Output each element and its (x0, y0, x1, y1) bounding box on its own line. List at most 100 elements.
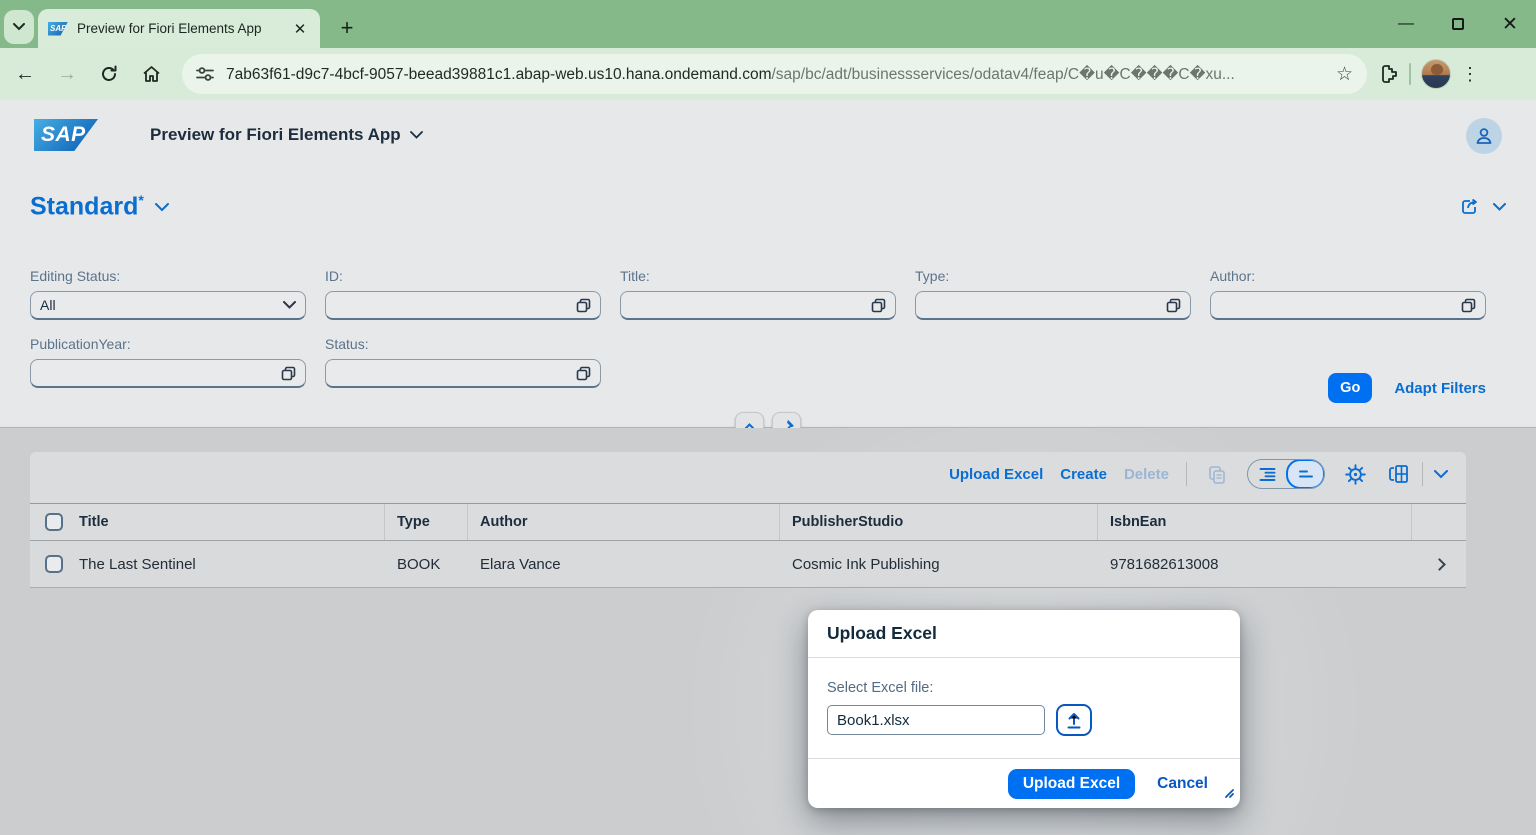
table-toolbar: Upload Excel Create Delete (30, 452, 1466, 496)
fiori-app: SAP Preview for Fiori Elements App Stand… (0, 100, 1536, 835)
filter-actions: Go Adapt Filters (1328, 373, 1486, 403)
dialog-cancel-button[interactable]: Cancel (1157, 775, 1208, 793)
url-bar[interactable]: 7ab63f61-d9c7-4bcf-9057-beead39881c1.aba… (182, 54, 1367, 94)
share-menu-chevron-icon[interactable] (1493, 203, 1506, 211)
extensions-icon[interactable] (1379, 64, 1399, 84)
variant-title[interactable]: Standard* (30, 192, 144, 221)
new-tab-button[interactable]: + (332, 13, 362, 43)
column-header-nav (1412, 504, 1466, 540)
value-help-icon[interactable] (871, 298, 886, 313)
browser-profile-avatar[interactable] (1421, 59, 1451, 89)
forward-button[interactable]: → (50, 57, 84, 91)
user-avatar-button[interactable] (1466, 118, 1502, 154)
column-header-title[interactable]: Title (77, 504, 385, 540)
variant-dirty-marker: * (138, 192, 143, 208)
adapt-filters-link[interactable]: Adapt Filters (1394, 380, 1486, 397)
show-details-button[interactable] (1248, 460, 1287, 488)
author-input[interactable] (1210, 291, 1486, 320)
chevron-down-icon (13, 23, 25, 31)
value-help-icon[interactable] (576, 366, 591, 381)
cell-author: Elara Vance (468, 556, 780, 573)
browser-menu-icon[interactable]: ⋮ (1461, 64, 1479, 85)
browser-tabstrip: SAP Preview for Fiori Elements App ✕ + —… (0, 0, 1536, 48)
window-close-button[interactable]: ✕ (1484, 0, 1536, 48)
window-minimize-button[interactable]: — (1380, 0, 1432, 48)
filter-field-type: Type: (915, 268, 1191, 320)
dialog-header[interactable]: Upload Excel (808, 610, 1240, 658)
table-row[interactable]: The Last Sentinel BOOK Elara Vance Cosmi… (30, 540, 1466, 587)
create-button[interactable]: Create (1060, 466, 1107, 483)
person-icon (1474, 126, 1494, 146)
delete-button[interactable]: Delete (1124, 466, 1169, 483)
reload-icon (100, 65, 118, 83)
id-input[interactable] (325, 291, 601, 320)
column-header-isbnean[interactable]: IsbnEan (1098, 504, 1412, 540)
resize-grip-icon (1222, 786, 1234, 798)
file-name-input[interactable] (827, 705, 1045, 735)
browse-file-button[interactable] (1056, 704, 1092, 736)
paste-button[interactable] (1204, 461, 1230, 487)
value-help-icon[interactable] (1461, 298, 1476, 313)
share-icon[interactable] (1460, 197, 1481, 217)
bookmark-star-icon[interactable]: ☆ (1336, 63, 1353, 86)
variant-chevron-icon[interactable] (155, 203, 169, 212)
filter-field-author: Author: (1210, 268, 1486, 320)
gear-icon (1345, 464, 1366, 485)
column-header-author[interactable]: Author (468, 504, 780, 540)
detail-more-icon (1259, 467, 1276, 481)
value-help-icon[interactable] (281, 366, 296, 381)
upload-arrow-icon (1066, 712, 1082, 729)
upload-excel-button[interactable]: Upload Excel (949, 466, 1043, 483)
column-header-publisherstudio[interactable]: PublisherStudio (780, 504, 1098, 540)
sap-logo[interactable]: SAP (34, 119, 98, 151)
file-select-label: Select Excel file: (827, 680, 1221, 696)
status-input[interactable] (325, 359, 601, 388)
dialog-upload-button[interactable]: Upload Excel (1008, 769, 1135, 799)
toolbar-separator (1409, 63, 1411, 85)
upload-excel-dialog: Upload Excel Select Excel file: Upload E… (808, 610, 1240, 808)
list-report-table: Upload Excel Create Delete (30, 452, 1466, 588)
cell-isbnean: 9781682613008 (1098, 556, 1412, 573)
toolbar-separator (1186, 462, 1187, 486)
go-button[interactable]: Go (1328, 373, 1372, 403)
maximize-icon (1452, 18, 1464, 30)
value-help-icon[interactable] (576, 298, 591, 313)
chevron-down-icon (410, 131, 423, 139)
select-all-checkbox[interactable] (45, 513, 63, 531)
app-title-menu[interactable]: Preview for Fiori Elements App (150, 125, 423, 145)
row-navigation-cell[interactable] (1412, 560, 1466, 569)
row-checkbox[interactable] (45, 555, 63, 573)
site-info-icon[interactable] (196, 66, 214, 82)
tab-search-button[interactable] (4, 10, 34, 44)
tab-favicon-sap: SAP (48, 22, 68, 36)
export-spreadsheet-button[interactable] (1385, 461, 1411, 487)
type-input[interactable] (915, 291, 1191, 320)
table-settings-button[interactable] (1342, 461, 1368, 487)
select-all-cell (30, 504, 77, 540)
cell-type: BOOK (385, 556, 468, 573)
column-header-type[interactable]: Type (385, 504, 468, 540)
dialog-resize-handle[interactable] (1222, 785, 1234, 803)
tab-title: Preview for Fiori Elements App (77, 21, 281, 36)
row-select-cell (30, 555, 77, 573)
home-button[interactable] (134, 57, 168, 91)
publication-year-input[interactable] (30, 359, 306, 388)
browser-tab[interactable]: SAP Preview for Fiori Elements App ✕ (38, 9, 320, 48)
export-menu-chevron-icon[interactable] (1434, 470, 1448, 479)
back-button[interactable]: ← (8, 57, 42, 91)
url-text: 7ab63f61-d9c7-4bcf-9057-beead39881c1.aba… (226, 65, 1235, 84)
editing-status-select[interactable]: All (30, 291, 306, 320)
home-icon (142, 65, 161, 83)
filter-field-id: ID: (325, 268, 601, 320)
window-maximize-button[interactable] (1432, 0, 1484, 48)
browser-toolbar: ← → 7ab63f61-d9c7-4bcf-9057-beead39881c1… (0, 48, 1536, 100)
export-spreadsheet-icon (1388, 464, 1409, 484)
tab-close-icon[interactable]: ✕ (290, 19, 310, 39)
filter-bar: Editing Status: All ID: Title: Type: (30, 268, 1486, 388)
detail-less-icon (1297, 469, 1314, 480)
hide-details-button[interactable] (1286, 459, 1325, 489)
title-input[interactable] (620, 291, 896, 320)
filter-field-publication-year: PublicationYear: (30, 336, 306, 388)
value-help-icon[interactable] (1166, 298, 1181, 313)
reload-button[interactable] (92, 57, 126, 91)
